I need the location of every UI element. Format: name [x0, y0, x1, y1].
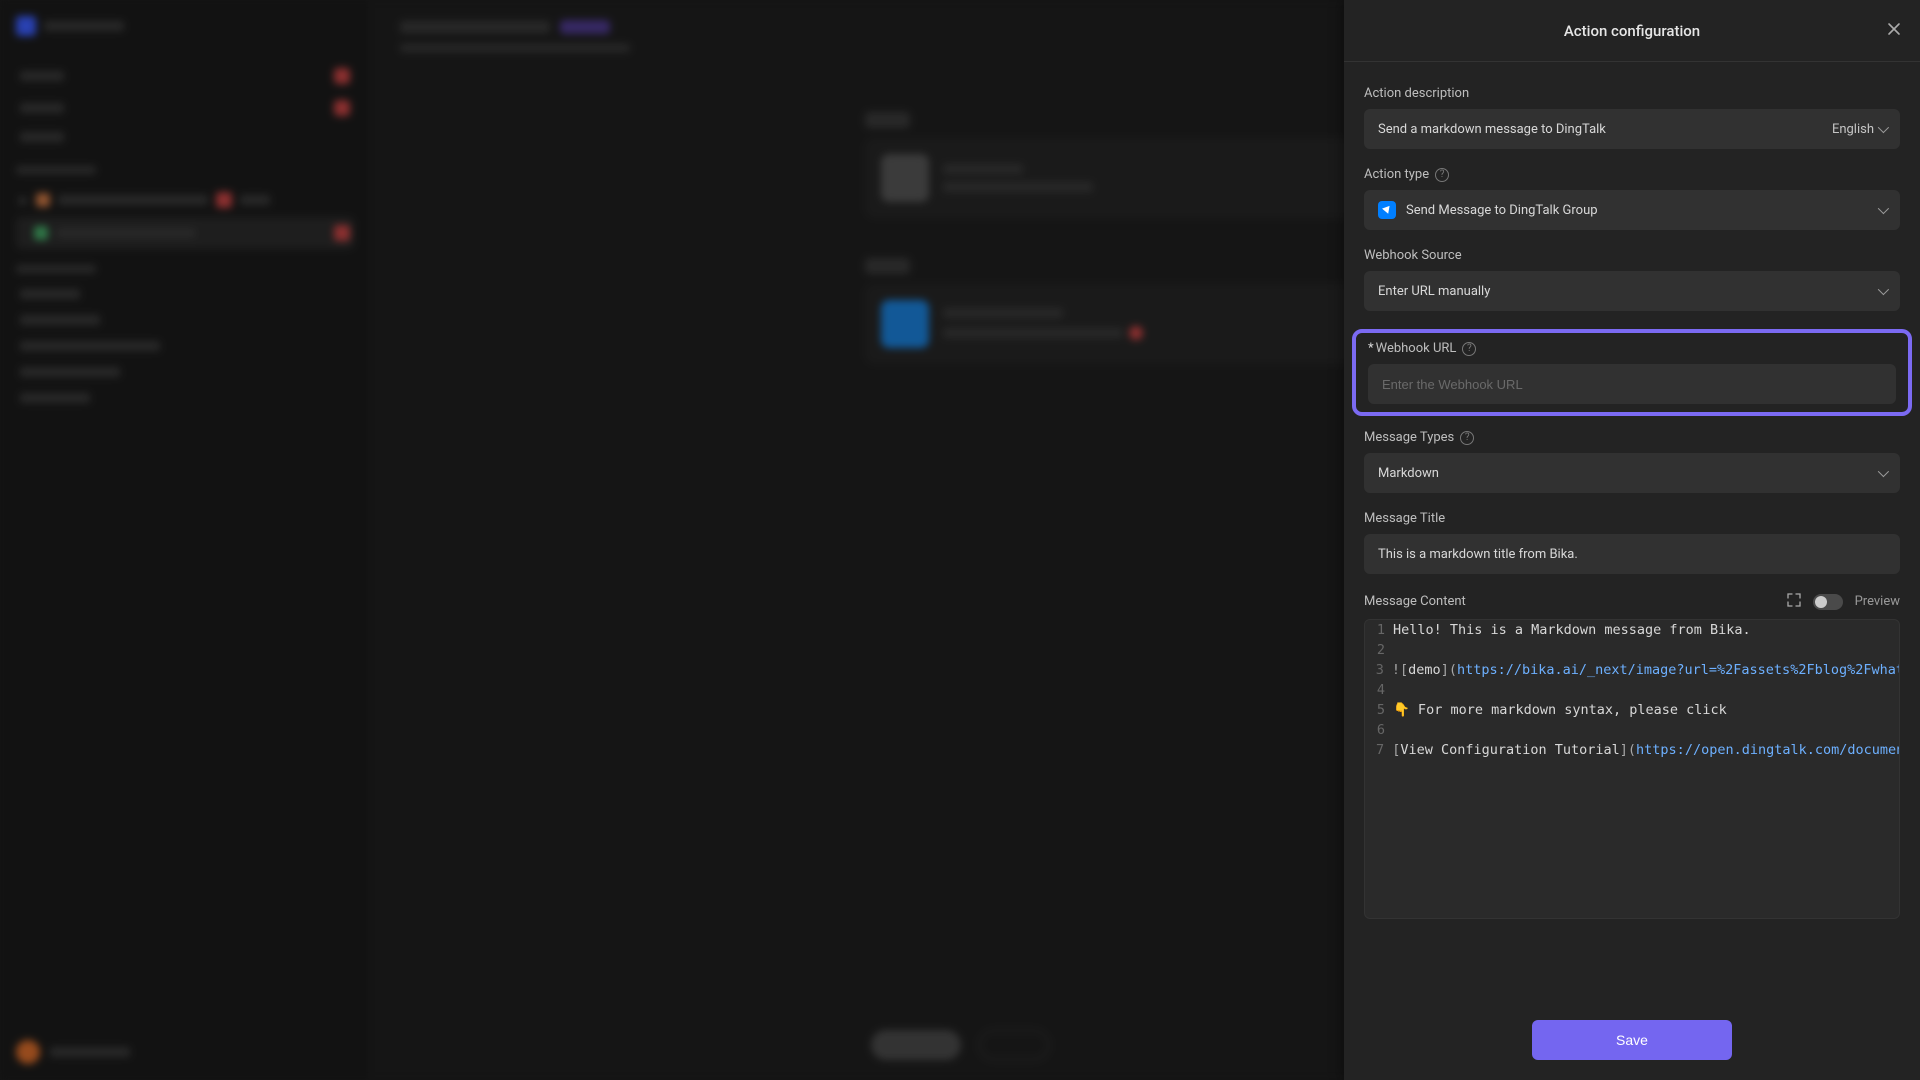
close-button[interactable] — [1886, 21, 1902, 41]
preview-toggle[interactable] — [1813, 594, 1843, 610]
message-types-value: Markdown — [1378, 466, 1439, 481]
message-types-label: Message Types ? — [1364, 430, 1900, 445]
help-icon[interactable]: ? — [1435, 168, 1449, 182]
message-types-select[interactable]: Markdown — [1364, 453, 1900, 493]
action-type-select[interactable]: Send Message to DingTalk Group — [1364, 190, 1900, 230]
message-title-label: Message Title — [1364, 511, 1900, 526]
panel-title: Action configuration — [1564, 22, 1700, 40]
message-title-input[interactable]: This is a markdown title from Bika. — [1364, 534, 1900, 574]
panel-body: Action description Send a markdown messa… — [1344, 62, 1920, 1000]
chevron-down-icon — [1878, 203, 1889, 214]
chevron-down-icon — [1878, 122, 1889, 133]
chevron-down-icon — [1878, 466, 1889, 477]
message-content-group: Message Content Preview 1Hello! This is … — [1364, 592, 1900, 919]
message-types-group: Message Types ? Markdown — [1364, 430, 1900, 493]
expand-icon[interactable] — [1787, 592, 1801, 611]
panel-footer: Save — [1344, 1000, 1920, 1080]
action-description-group: Action description Send a markdown messa… — [1364, 86, 1900, 149]
webhook-url-input[interactable] — [1368, 364, 1896, 404]
preview-label: Preview — [1855, 594, 1900, 609]
webhook-url-label: *Webhook URL ? — [1368, 341, 1896, 356]
webhook-source-select[interactable]: Enter URL manually — [1364, 271, 1900, 311]
webhook-url-highlight: *Webhook URL ? — [1352, 329, 1912, 416]
language-selector[interactable]: English — [1832, 122, 1886, 137]
webhook-source-value: Enter URL manually — [1378, 284, 1490, 299]
help-icon[interactable]: ? — [1460, 431, 1474, 445]
message-content-editor[interactable]: 1Hello! This is a Markdown message from … — [1364, 619, 1900, 919]
language-value: English — [1832, 122, 1874, 137]
message-title-value: This is a markdown title from Bika. — [1378, 547, 1578, 562]
save-button[interactable]: Save — [1532, 1020, 1732, 1060]
action-configuration-panel: Action configuration Action description … — [1344, 0, 1920, 1080]
webhook-source-label: Webhook Source — [1364, 248, 1900, 263]
action-type-label: Action type ? — [1364, 167, 1900, 182]
message-content-label: Message Content — [1364, 594, 1466, 609]
webhook-url-group: *Webhook URL ? — [1364, 341, 1900, 404]
action-type-group: Action type ? Send Message to DingTalk G… — [1364, 167, 1900, 230]
chevron-down-icon — [1878, 284, 1889, 295]
message-title-group: Message Title This is a markdown title f… — [1364, 511, 1900, 574]
dingtalk-icon — [1378, 201, 1396, 219]
action-description-field[interactable]: Send a markdown message to DingTalk Engl… — [1364, 109, 1900, 149]
action-type-value: Send Message to DingTalk Group — [1406, 203, 1598, 218]
panel-header: Action configuration — [1344, 0, 1920, 62]
help-icon[interactable]: ? — [1462, 342, 1476, 356]
action-description-value: Send a markdown message to DingTalk — [1378, 122, 1606, 137]
action-description-label: Action description — [1364, 86, 1900, 101]
webhook-source-group: Webhook Source Enter URL manually — [1364, 248, 1900, 311]
